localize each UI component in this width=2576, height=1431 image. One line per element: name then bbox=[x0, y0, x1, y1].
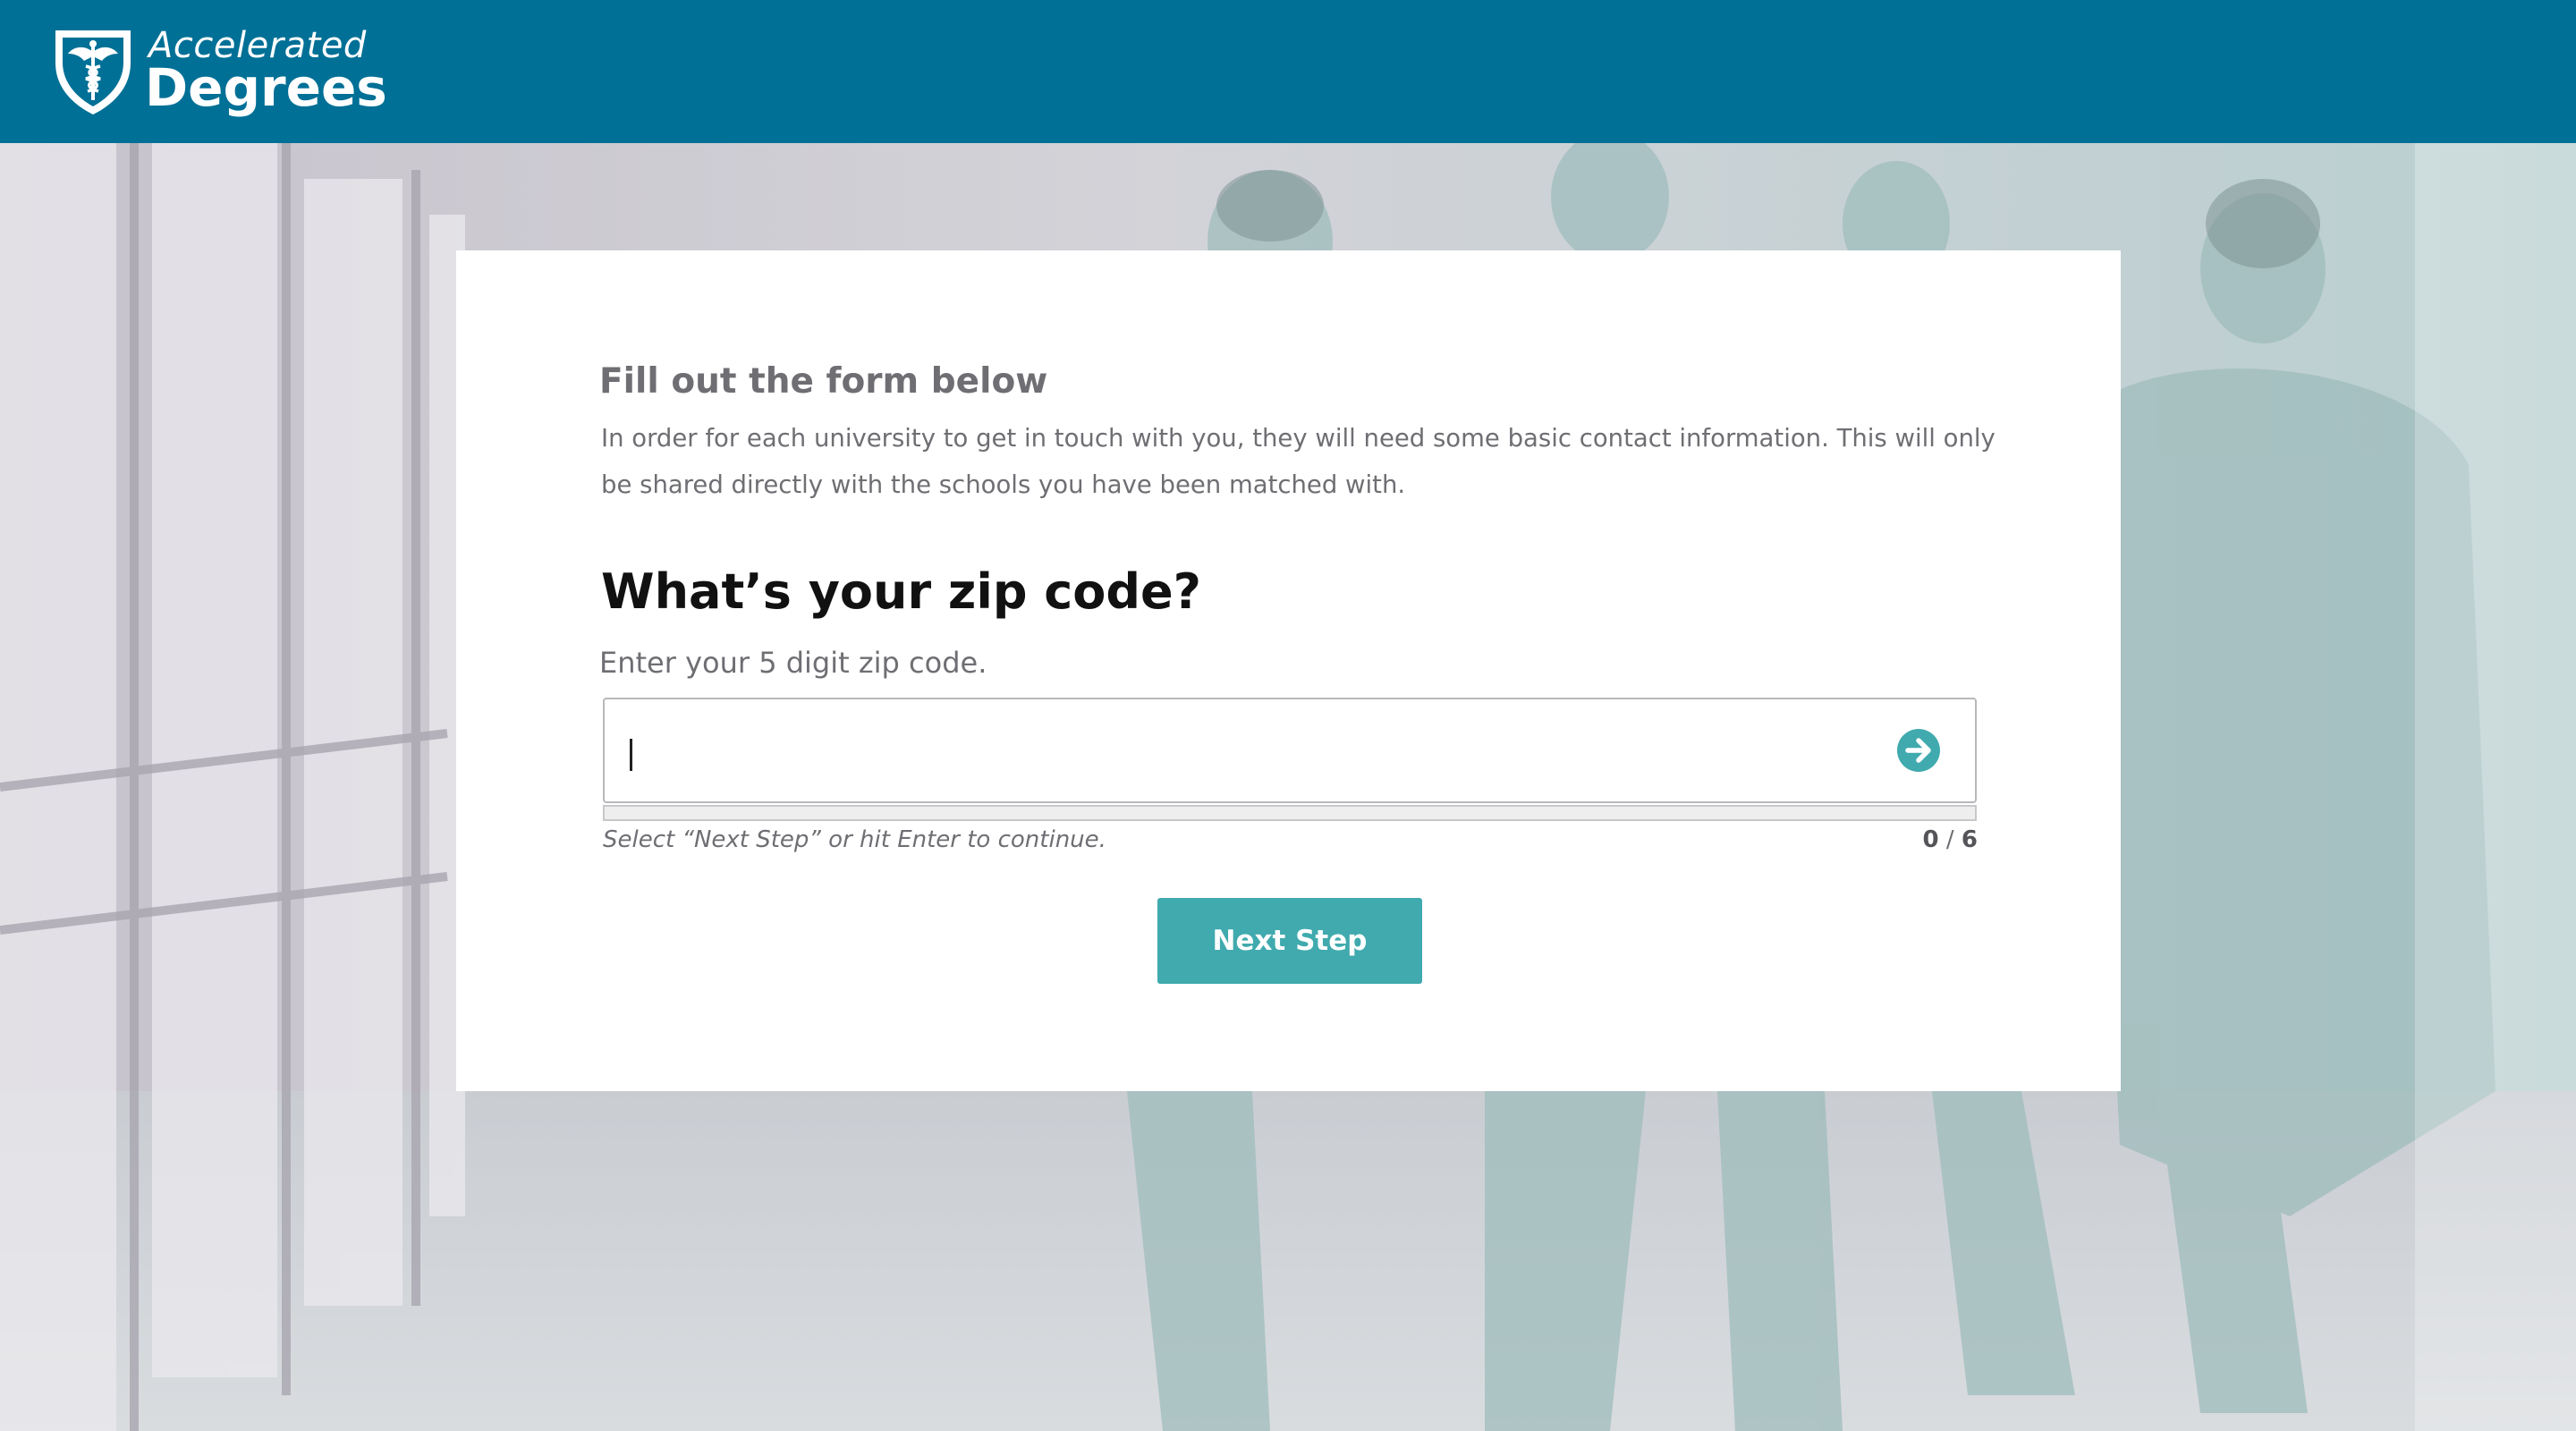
question-hint: Enter your 5 digit zip code. bbox=[599, 646, 987, 680]
text-cursor bbox=[630, 739, 632, 771]
continue-instruction: Select “Next Step” or hit Enter to conti… bbox=[603, 826, 1106, 853]
zip-code-input[interactable] bbox=[628, 717, 1862, 783]
step-total: 6 bbox=[1961, 826, 1978, 853]
site-header: Accelerated Degrees bbox=[0, 0, 2576, 143]
zip-field-container[interactable] bbox=[603, 698, 1977, 803]
form-intro-text: In order for each university to get in t… bbox=[601, 424, 1996, 499]
step-counter: 0 / 6 bbox=[1923, 826, 1978, 853]
question-title: What’s your zip code? bbox=[601, 563, 1201, 620]
progress-bar bbox=[603, 805, 1977, 821]
caduceus-shield-icon bbox=[55, 30, 131, 114]
form-heading: Fill out the form below bbox=[599, 361, 1048, 402]
arrow-right-circle-icon[interactable] bbox=[1896, 728, 1941, 773]
logo-text-degrees: Degrees bbox=[145, 57, 387, 118]
site-logo[interactable]: Accelerated Degrees bbox=[52, 25, 387, 118]
step-current: 0 bbox=[1922, 826, 1939, 853]
step-separator: / bbox=[1945, 826, 1954, 853]
lead-form-card: Fill out the form below In order for eac… bbox=[456, 250, 2121, 1091]
next-step-button[interactable]: Next Step bbox=[1157, 898, 1422, 984]
